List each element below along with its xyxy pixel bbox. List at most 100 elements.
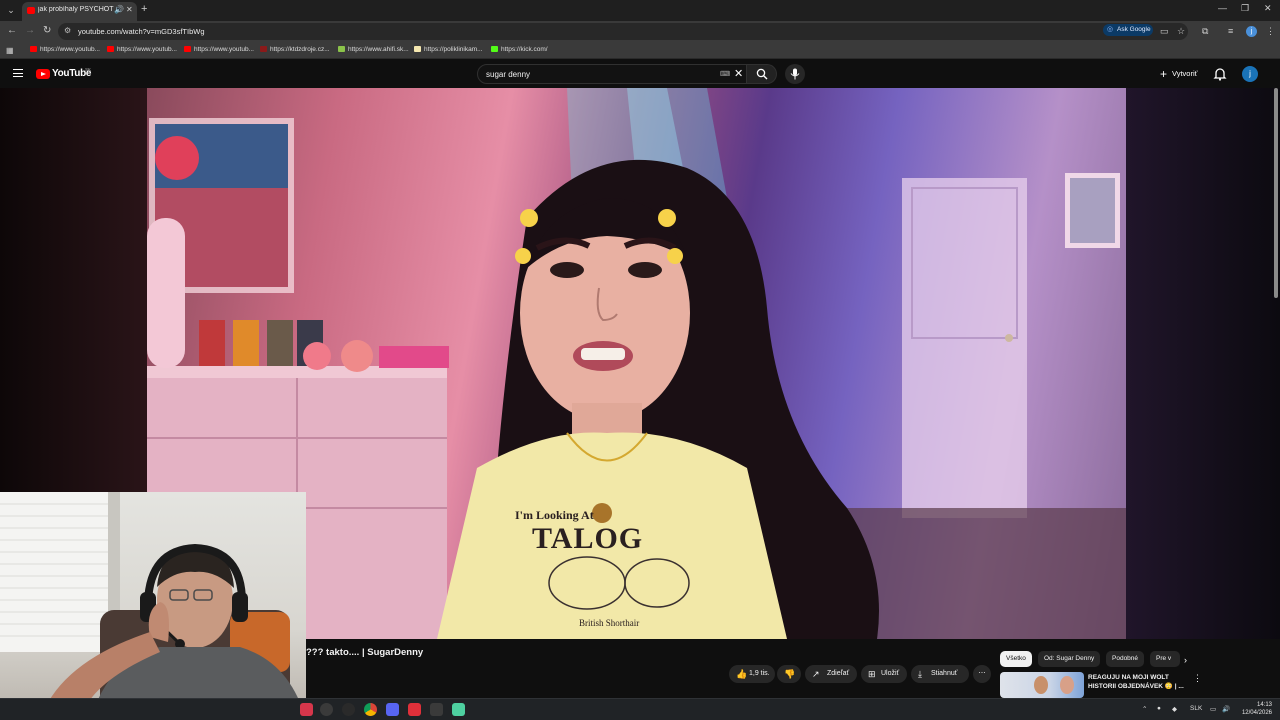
download-label: Stiahnuť <box>931 670 958 677</box>
system-clock[interactable]: 14:13 12/04/2026 <box>1238 701 1272 717</box>
bookmark-item[interactable]: https://www.youtub... <box>184 46 254 53</box>
clear-search-icon[interactable]: ✕ <box>734 67 743 80</box>
dislike-button[interactable]: 👎 <box>777 665 801 683</box>
tab-title: jak probíhaly PSYCHOTESTY <box>38 6 114 13</box>
chevron-right-icon[interactable]: › <box>1184 655 1187 665</box>
discord-icon[interactable] <box>386 703 399 716</box>
youtube-favicon-icon <box>27 7 35 14</box>
create-button[interactable]: + Vytvoriť <box>1156 65 1204 83</box>
guide-menu-icon[interactable] <box>13 69 23 77</box>
chrome-icon[interactable] <box>364 703 377 716</box>
steam-icon[interactable] <box>320 703 333 716</box>
notifications-bell-icon[interactable] <box>1213 67 1227 81</box>
network-icon[interactable]: ▭ <box>1210 705 1216 713</box>
search-button[interactable] <box>747 64 777 84</box>
webcam-overlay <box>0 492 306 720</box>
tray-app-icon[interactable]: ● <box>1157 705 1161 712</box>
bookmark-icon: ⊞ <box>868 669 876 679</box>
bookmark-item[interactable]: https://www.youtub... <box>107 46 177 53</box>
reload-icon[interactable]: ↻ <box>43 25 51 36</box>
bookmark-item[interactable]: https://www.ahifi.sk... <box>338 46 409 53</box>
recommended-thumbnail[interactable] <box>1000 672 1084 698</box>
extensions-icon[interactable]: ⧉ <box>1202 26 1208 37</box>
youtube-bookmark-icon <box>107 46 114 52</box>
bookmark-item[interactable]: https://kick.com/ <box>491 46 548 53</box>
tray-overflow-icon[interactable]: ⌃ <box>1142 705 1147 713</box>
bookmark-star-icon[interactable]: ☆ <box>1177 26 1185 37</box>
share-button[interactable]: ↗ Zdieľať <box>805 665 857 683</box>
tab-close-icon[interactable]: ✕ <box>126 5 133 14</box>
chip-for-you[interactable]: Pre v <box>1150 651 1180 667</box>
browser-menu-icon[interactable]: ⋮ <box>1266 26 1275 37</box>
more-actions-button[interactable]: ⋯ <box>973 665 991 683</box>
address-bar[interactable]: ⚙ youtube.com/watch?v=mGD3sfTIbWg <box>58 23 1188 40</box>
more-vertical-icon[interactable]: ⋮ <box>1193 673 1202 684</box>
save-label: Uložiť <box>881 670 900 677</box>
country-code: SK <box>85 67 92 72</box>
voice-search-button[interactable] <box>785 64 805 84</box>
chip-all[interactable]: Všetko <box>1000 651 1032 667</box>
chip-from-channel[interactable]: Od: Sugar Denny <box>1038 651 1101 667</box>
share-icon: ↗ <box>812 669 820 679</box>
keyboard-language[interactable]: SLK <box>1190 705 1202 712</box>
browser-profile-avatar[interactable]: j <box>1246 26 1257 37</box>
apps-grid-icon[interactable]: ▦ <box>6 46 14 55</box>
search-input[interactable]: sugar denny ⌨ ✕ <box>477 64 747 84</box>
youtube-masthead: YouTube SK sugar denny ⌨ ✕ + Vytvoriť j <box>0 60 1280 88</box>
recommended-title[interactable]: REAGUJU NA MOJI WOLT HISTORII OBJEDNÁVEK… <box>1088 673 1188 691</box>
bookmark-item[interactable]: https://www.youtub... <box>30 46 100 53</box>
page-bookmark-icon <box>414 46 421 52</box>
account-avatar[interactable]: j <box>1242 66 1258 82</box>
app-icon[interactable] <box>300 703 313 716</box>
media-control-icon[interactable]: ≡ <box>1228 26 1233 36</box>
more-horizontal-icon: ⋯ <box>978 670 986 677</box>
bookmark-item[interactable]: https://poliklinikam... <box>414 46 483 53</box>
page-scrollbar[interactable] <box>1274 88 1278 298</box>
webcam-feed-image <box>0 492 306 720</box>
cast-icon[interactable]: ▭ <box>1160 26 1169 37</box>
browser-tab-strip: ⌄ jak probíhaly PSYCHOTESTY 🔊 ✕ + — ❐ ✕ <box>0 0 1280 21</box>
youtube-bookmark-icon <box>184 46 191 52</box>
windows-taskbar: ⌃ ● ◆ SLK ▭ 🔊 14:13 12/04/2026 <box>0 698 1280 720</box>
app-icon[interactable] <box>408 703 421 716</box>
download-icon: ⤓ <box>918 669 922 679</box>
create-label: Vytvoriť <box>1172 69 1198 78</box>
youtube-bookmark-icon <box>30 46 37 52</box>
audio-playing-icon[interactable]: 🔊 <box>114 5 124 14</box>
browser-tab-active[interactable]: jak probíhaly PSYCHOTESTY 🔊 ✕ <box>22 2 137 21</box>
tab-search-icon[interactable]: ⌄ <box>4 3 18 17</box>
ktd-bookmark-icon <box>260 46 267 52</box>
app-icon[interactable] <box>430 703 443 716</box>
volume-icon[interactable]: 🔊 <box>1222 705 1230 713</box>
site-info-icon[interactable]: ⚙ <box>64 26 71 35</box>
bookmark-item[interactable]: https://ktdzdroje.cz... <box>260 46 330 53</box>
chip-related[interactable]: Podobné <box>1106 651 1145 667</box>
player-side-shade-right <box>1126 88 1280 639</box>
ask-google-label: Ask Google <box>1117 26 1151 33</box>
restore-icon[interactable]: ❐ <box>1241 3 1249 14</box>
forward-icon[interactable]: → <box>25 25 35 36</box>
browser-toolbar: ← → ↻ ⚙ youtube.com/watch?v=mGD3sfTIbWg … <box>0 21 1280 42</box>
like-count: 1,9 tis. <box>749 670 770 677</box>
clock-time: 14:13 <box>1256 702 1272 708</box>
bookmarks-bar: ▦ https://www.youtub... https://www.yout… <box>0 42 1280 59</box>
minimize-icon[interactable]: — <box>1218 3 1227 13</box>
ask-google-button[interactable]: ◎ Ask Google <box>1103 24 1153 36</box>
save-button[interactable]: ⊞ Uložiť <box>861 665 907 683</box>
microphone-icon <box>790 68 800 80</box>
new-tab-icon[interactable]: + <box>141 3 147 15</box>
youtube-logo-icon[interactable] <box>36 69 50 79</box>
app-icon[interactable] <box>452 703 465 716</box>
search-query: sugar denny <box>486 70 531 79</box>
back-icon[interactable]: ← <box>7 25 17 36</box>
app-icon[interactable] <box>342 703 355 716</box>
keyboard-icon[interactable]: ⌨ <box>720 70 730 78</box>
tray-app-icon[interactable]: ◆ <box>1172 705 1177 713</box>
share-label: Zdieľať <box>827 670 850 677</box>
window-close-icon[interactable]: ✕ <box>1264 3 1272 14</box>
url-text: youtube.com/watch?v=mGD3sfTIbWg <box>78 27 205 36</box>
thumbs-up-icon: 👍 <box>736 669 748 679</box>
download-button[interactable]: ⤓ Stiahnuť <box>911 665 969 683</box>
kick-bookmark-icon <box>491 46 498 52</box>
like-button[interactable]: 👍 1,9 tis. <box>729 665 775 683</box>
